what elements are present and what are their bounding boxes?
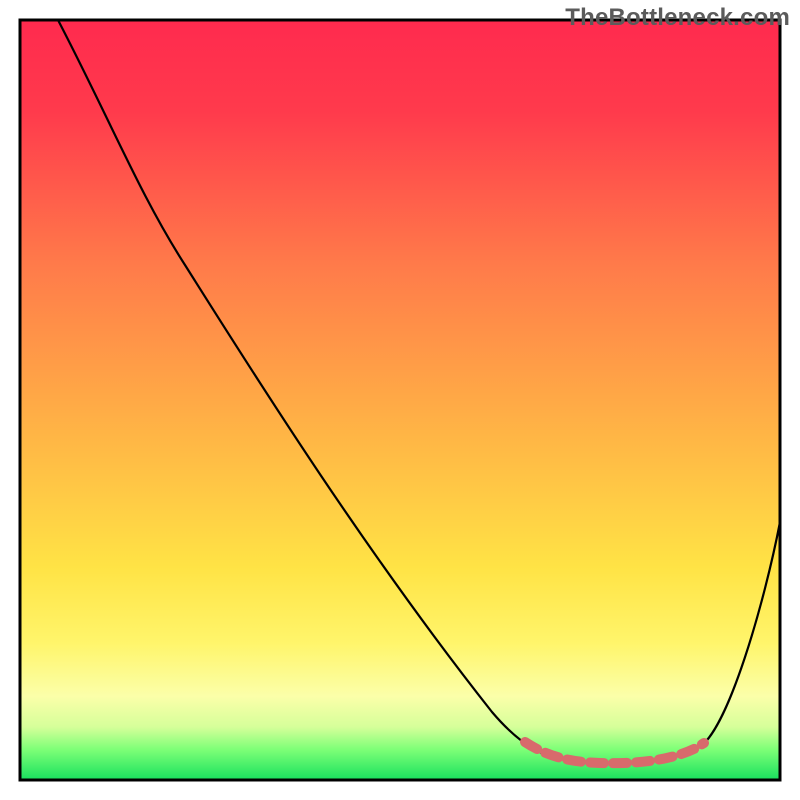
bottleneck-chart	[0, 0, 800, 800]
plot-area	[20, 20, 780, 780]
watermark-text: TheBottleneck.com	[565, 4, 790, 32]
chart-container: TheBottleneck.com	[0, 0, 800, 800]
gradient-background	[20, 20, 780, 780]
